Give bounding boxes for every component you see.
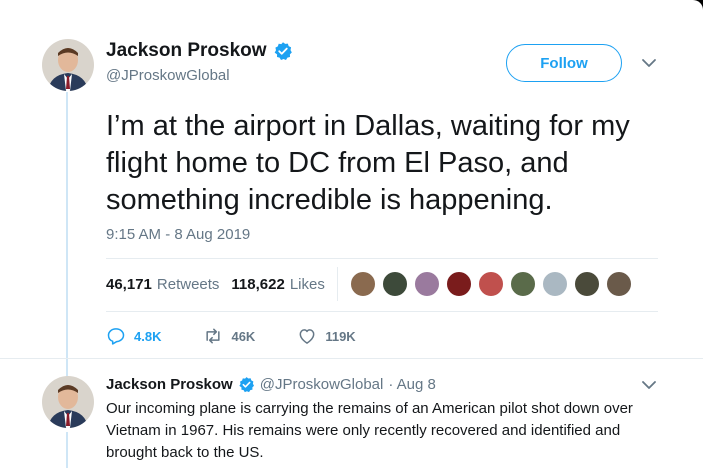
author-handle[interactable]: @JProskowGlobal (106, 67, 230, 84)
divider (0, 358, 703, 359)
avatar[interactable] (42, 39, 94, 91)
verified-badge-icon (239, 377, 254, 393)
reply-count: 4.8K (134, 328, 162, 344)
divider (106, 311, 658, 312)
tweet-timestamp[interactable]: 9:15 AM - 8 Aug 2019 (106, 226, 250, 243)
reply-author-name[interactable]: Jackson Proskow (106, 376, 233, 393)
action-bar: 4.8K 46K 119K (106, 326, 398, 346)
engagement-stats: 46,171 Retweets 118,622 Likes (106, 276, 325, 293)
retweets-stat[interactable]: 46,171 Retweets (106, 276, 219, 293)
author-name[interactable]: Jackson Proskow (106, 40, 267, 62)
liker-avatar[interactable] (478, 271, 504, 297)
chevron-down-icon[interactable] (640, 378, 658, 392)
reply-header: Jackson Proskow @JProskowGlobal · Aug 8 (106, 376, 436, 393)
like-action[interactable]: 119K (297, 326, 356, 346)
liker-avatar[interactable] (446, 271, 472, 297)
reply-author-handle[interactable]: @JProskowGlobal (260, 376, 384, 393)
thread-line (66, 92, 68, 382)
chevron-down-icon[interactable] (640, 56, 658, 70)
reply-icon (107, 328, 125, 345)
tweet-text: I’m at the airport in Dallas, waiting fo… (106, 110, 630, 216)
liker-avatars (350, 271, 638, 297)
retweet-action[interactable]: 46K (203, 326, 255, 346)
liker-avatar[interactable] (574, 271, 600, 297)
retweet-count: 46K (231, 328, 256, 344)
likes-label: Likes (289, 276, 325, 293)
liker-avatar[interactable] (542, 271, 568, 297)
reply-text: Our incoming plane is carrying the remai… (106, 400, 633, 461)
tweet-card: Jackson Proskow @JProskowGlobal Follow I… (0, 0, 703, 468)
thread-line-bottom (66, 432, 68, 468)
liker-avatar[interactable] (382, 271, 408, 297)
liker-avatar[interactable] (414, 271, 440, 297)
liker-avatar[interactable] (510, 271, 536, 297)
verified-badge-icon (274, 42, 292, 60)
divider (106, 258, 658, 259)
heart-icon (299, 329, 315, 344)
follow-button[interactable]: Follow (506, 44, 622, 82)
reply-action[interactable]: 4.8K (106, 326, 161, 346)
reply-date[interactable]: · Aug 8 (388, 376, 436, 393)
liker-avatar[interactable] (350, 271, 376, 297)
retweets-label: Retweets (156, 276, 220, 293)
reply-avatar[interactable] (42, 376, 94, 428)
retweets-count: 46,171 (106, 276, 152, 293)
stats-separator (337, 267, 338, 301)
liker-avatar[interactable] (606, 271, 632, 297)
retweet-icon (206, 328, 221, 344)
like-count: 119K (325, 328, 356, 344)
likes-count: 118,622 (231, 276, 285, 293)
author-row: Jackson Proskow (106, 40, 293, 62)
likes-stat[interactable]: 118,622 Likes (231, 276, 324, 293)
